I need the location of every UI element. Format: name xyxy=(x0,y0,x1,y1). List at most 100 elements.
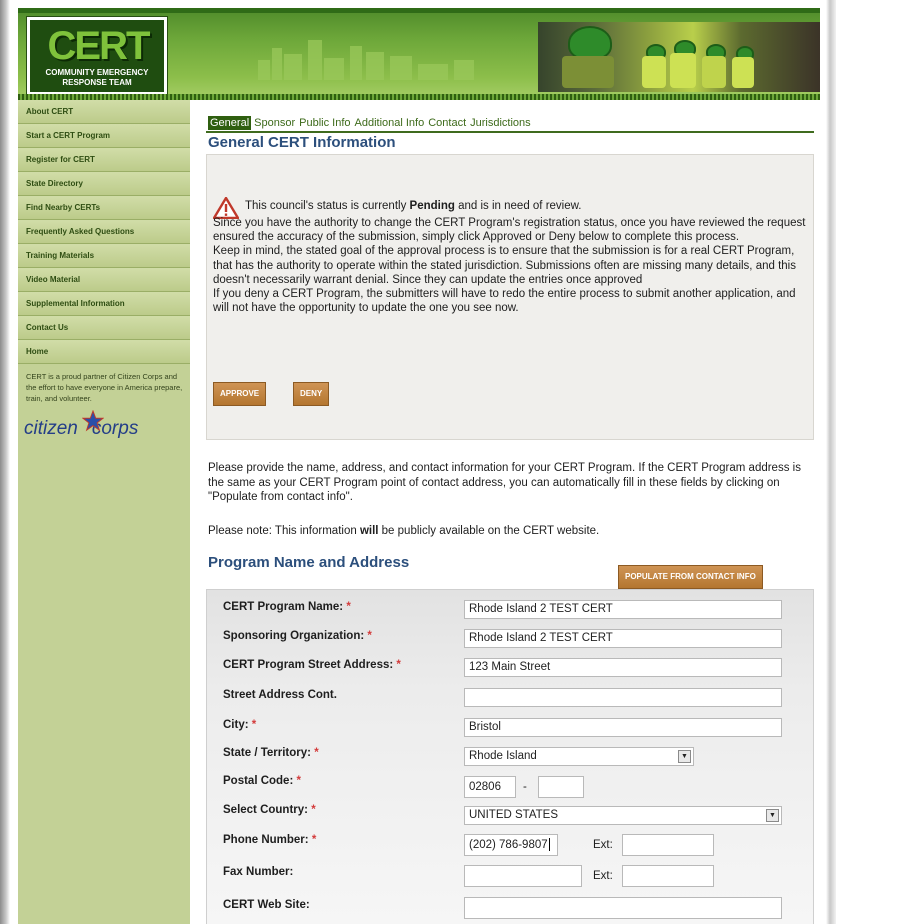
status-value: Pending xyxy=(409,200,455,212)
website-input[interactable] xyxy=(464,897,782,919)
alert-paragraph-goal: Keep in mind, the stated goal of the app… xyxy=(213,245,796,286)
citizen-logo-word-a: citizen xyxy=(24,418,78,439)
phone-label: Phone Number: * xyxy=(223,833,316,847)
fax-label: Fax Number: xyxy=(223,866,294,878)
program-name-label: CERT Program Name: * xyxy=(223,600,351,614)
country-label: Select Country: * xyxy=(223,803,316,817)
tab-bar: General Sponsor Public Info Additional I… xyxy=(208,116,532,130)
general-heading: General CERT Information xyxy=(208,134,396,151)
tab-contact[interactable]: Contact xyxy=(427,116,467,130)
city-label-text: City: xyxy=(223,719,249,731)
approve-button[interactable]: APPROVE xyxy=(213,382,267,406)
public-note: Please note: This information will be pu… xyxy=(208,524,599,539)
state-select[interactable]: Rhode Island ▼ xyxy=(464,747,694,766)
skyline-illustration xyxy=(258,40,474,80)
sidebar-item-home[interactable]: Home xyxy=(18,340,190,364)
required-marker: * xyxy=(314,747,319,759)
program-name-label-text: CERT Program Name: xyxy=(223,601,344,613)
person-figure xyxy=(642,56,666,88)
state-label: State / Territory: * xyxy=(223,746,319,760)
country-select-value: UNITED STATES xyxy=(469,809,559,821)
phone-input[interactable]: (202) 786-9807 xyxy=(464,834,558,856)
sidebar-item-faq[interactable]: Frequently Asked Questions xyxy=(18,220,190,244)
status-prefix: This council's status is currently xyxy=(245,200,410,212)
tab-general[interactable]: General xyxy=(208,116,252,130)
header-band xyxy=(18,8,820,13)
sponsoring-org-input[interactable]: Rhode Island 2 TEST CERT xyxy=(464,629,782,648)
note-prefix: Please note: This information xyxy=(208,525,360,537)
sidebar-item-training[interactable]: Training Materials xyxy=(18,244,190,268)
phone-ext-input[interactable] xyxy=(622,834,714,856)
logo-background: CERT COMMUNITY EMERGENCY RESPONSE TEAM xyxy=(30,20,164,92)
country-label-text: Select Country: xyxy=(223,804,308,816)
postal-code-label: Postal Code: * xyxy=(223,774,301,788)
cert-logo[interactable]: CERT COMMUNITY EMERGENCY RESPONSE TEAM xyxy=(26,16,168,96)
street-address-cont-label: Street Address Cont. xyxy=(223,689,337,701)
street-address-input[interactable]: 123 Main Street xyxy=(464,658,782,677)
volunteers-photo xyxy=(538,22,820,92)
program-address-form: CERT Program Name: * Rhode Island 2 TEST… xyxy=(206,589,814,924)
note-emphasis: will xyxy=(359,525,379,537)
required-marker: * xyxy=(251,719,257,731)
alert-paragraph-authority: Since you have the authority to change t… xyxy=(213,217,806,244)
sidebar-item-supplemental[interactable]: Supplemental Information xyxy=(18,292,190,316)
tab-sponsor[interactable]: Sponsor xyxy=(253,116,296,130)
sidebar: About CERT Start a CERT Program Register… xyxy=(18,100,190,924)
helmet-icon xyxy=(568,26,612,60)
required-marker: * xyxy=(396,659,401,671)
required-marker: * xyxy=(346,601,351,613)
sidebar-item-register[interactable]: Register for CERT xyxy=(18,148,190,172)
required-marker: * xyxy=(311,834,317,846)
citizen-corps-logo[interactable]: citizen corps xyxy=(24,410,190,444)
postal-separator: - xyxy=(523,781,527,793)
alert-body: Since you have the authority to change t… xyxy=(213,216,809,315)
deny-button[interactable]: DENY xyxy=(293,382,330,406)
text-cursor xyxy=(548,838,550,852)
fax-ext-input[interactable] xyxy=(622,865,714,887)
status-suffix: and is in need of review. xyxy=(454,200,582,212)
postal-code-input[interactable]: 02806 xyxy=(464,776,516,798)
program-name-input[interactable]: Rhode Island 2 TEST CERT xyxy=(464,600,782,619)
postal-code-ext-input[interactable] xyxy=(538,776,584,798)
sidebar-item-state-directory[interactable]: State Directory xyxy=(18,172,190,196)
alert-paragraph-deny: If you deny a CERT Program, the submitte… xyxy=(213,288,796,315)
site-header: CERT COMMUNITY EMERGENCY RESPONSE TEAM xyxy=(18,8,820,100)
chevron-down-icon: ▼ xyxy=(766,809,779,822)
phone-label-text: Phone Number: xyxy=(223,834,309,846)
website-label: CERT Web Site: xyxy=(223,899,310,911)
street-address-label-text: CERT Program Street Address: xyxy=(223,659,394,671)
note-suffix: be publicly available on the CERT websit… xyxy=(378,525,600,537)
postal-code-label-text: Postal Code: xyxy=(223,775,294,787)
person-figure xyxy=(562,56,614,88)
chevron-down-icon: ▼ xyxy=(678,750,691,763)
status-message: This council's status is currently Pendi… xyxy=(245,199,582,214)
tab-public-info[interactable]: Public Info xyxy=(298,116,351,130)
sidebar-item-about[interactable]: About CERT xyxy=(18,100,190,124)
star-icon xyxy=(82,410,104,432)
required-marker: * xyxy=(296,775,301,787)
required-marker: * xyxy=(367,630,372,642)
person-figure xyxy=(702,56,726,88)
phone-ext-label: Ext: xyxy=(593,839,613,851)
populate-from-contact-button[interactable]: POPULATE FROM CONTACT INFO xyxy=(618,565,763,589)
required-marker: * xyxy=(311,804,316,816)
country-select[interactable]: UNITED STATES ▼ xyxy=(464,806,782,825)
sidebar-item-start-program[interactable]: Start a CERT Program xyxy=(18,124,190,148)
street-address-cont-input[interactable] xyxy=(464,688,782,707)
city-input[interactable]: Bristol xyxy=(464,718,782,737)
main-content: General Sponsor Public Info Additional I… xyxy=(206,100,816,924)
sidebar-item-video[interactable]: Video Material xyxy=(18,268,190,292)
tab-jurisdictions[interactable]: Jurisdictions xyxy=(469,116,532,130)
fax-input[interactable] xyxy=(464,865,582,887)
page: CERT COMMUNITY EMERGENCY RESPONSE TEAM A… xyxy=(18,8,820,924)
state-select-value: Rhode Island xyxy=(469,750,537,762)
tab-additional-info[interactable]: Additional Info xyxy=(354,116,426,130)
state-label-text: State / Territory: xyxy=(223,747,311,759)
intro-text: Please provide the name, address, and co… xyxy=(208,462,801,503)
logo-title: CERT xyxy=(47,24,151,68)
sidebar-item-find-nearby[interactable]: Find Nearby CERTs xyxy=(18,196,190,220)
street-address-label: CERT Program Street Address: * xyxy=(223,658,401,672)
sidebar-item-contact[interactable]: Contact Us xyxy=(18,316,190,340)
sponsoring-org-label-text: Sponsoring Organization: xyxy=(223,630,365,642)
person-figure xyxy=(732,57,754,88)
